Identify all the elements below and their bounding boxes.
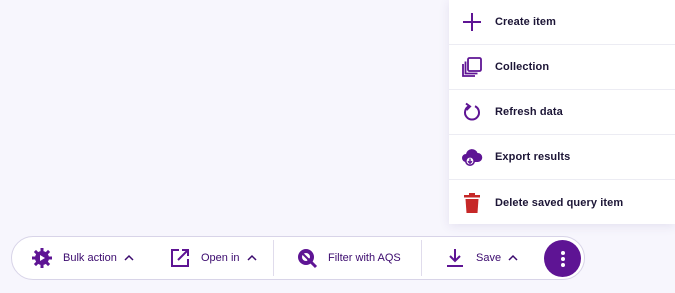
save-label: Save bbox=[476, 252, 502, 264]
refresh-icon bbox=[461, 101, 483, 123]
more-options-button[interactable] bbox=[544, 240, 581, 277]
menu-item-delete-saved-query[interactable]: Delete saved query item bbox=[449, 180, 675, 225]
bulk-action-button[interactable]: Bulk action bbox=[31, 237, 135, 279]
chevron-up-icon bbox=[246, 252, 258, 264]
toolbar-divider bbox=[273, 240, 274, 276]
chevron-up-icon bbox=[123, 252, 135, 264]
menu-item-label: Create item bbox=[495, 16, 557, 28]
cloud-export-icon bbox=[461, 146, 483, 168]
open-in-label: Open in bbox=[201, 252, 240, 264]
menu-item-export-results[interactable]: Export results bbox=[449, 135, 675, 180]
menu-item-refresh-data[interactable]: Refresh data bbox=[449, 90, 675, 135]
download-icon bbox=[444, 247, 466, 269]
actions-menu: Create item Collection Refresh data Expo… bbox=[449, 0, 675, 224]
menu-item-label: Refresh data bbox=[495, 106, 563, 118]
collection-icon bbox=[461, 56, 483, 78]
save-button[interactable]: Save bbox=[444, 237, 519, 279]
menu-item-collection[interactable]: Collection bbox=[449, 45, 675, 90]
menu-item-label: Collection bbox=[495, 61, 550, 73]
filter-with-aqs-button[interactable]: Filter with AQS bbox=[296, 237, 401, 279]
filter-label: Filter with AQS bbox=[328, 252, 401, 264]
menu-item-label: Delete saved query item bbox=[495, 196, 624, 209]
menu-item-label: Export results bbox=[495, 151, 571, 163]
more-vertical-icon bbox=[560, 250, 566, 268]
trash-icon bbox=[461, 192, 483, 214]
toolbar-divider bbox=[421, 240, 422, 276]
plus-icon bbox=[461, 11, 483, 33]
chevron-up-icon bbox=[507, 252, 519, 264]
filter-search-icon bbox=[296, 247, 318, 269]
bottom-toolbar: Bulk action Open in Filter with AQS Save bbox=[11, 236, 585, 280]
bulk-action-label: Bulk action bbox=[63, 252, 117, 264]
external-link-icon bbox=[169, 247, 191, 269]
gear-play-icon bbox=[31, 247, 53, 269]
open-in-button[interactable]: Open in bbox=[169, 237, 258, 279]
menu-item-create-item[interactable]: Create item bbox=[449, 0, 675, 45]
